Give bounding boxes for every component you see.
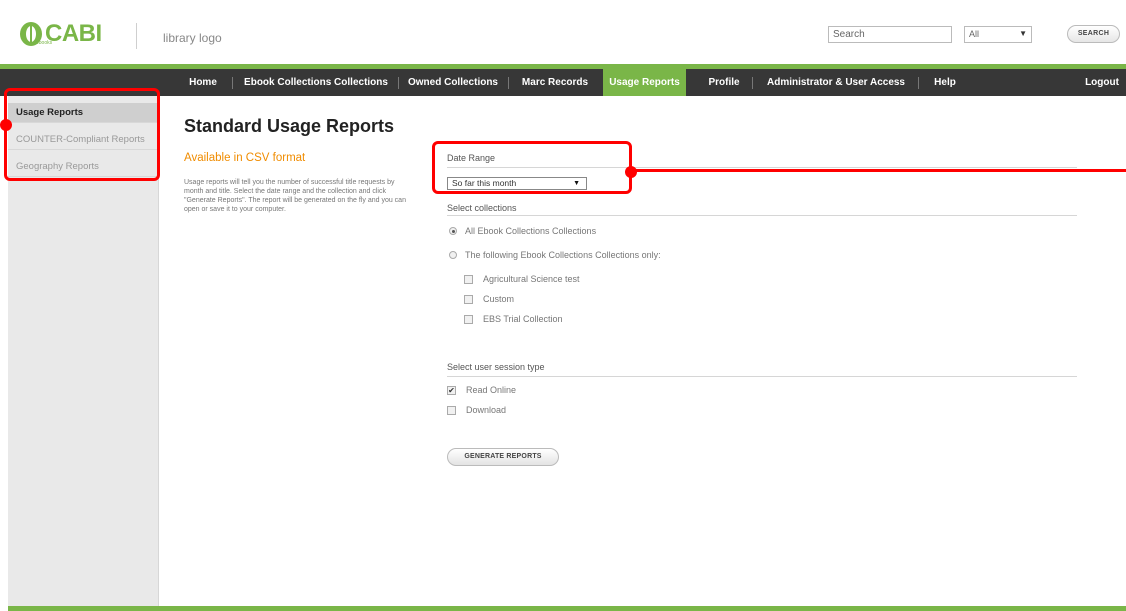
checkbox[interactable] [464,274,473,284]
dropdown-arrow-icon: ▼ [1019,29,1027,38]
footer-border [8,606,1126,611]
checkbox-read-online[interactable]: ✔ Read Online [447,385,516,395]
nav-home[interactable]: Home [180,69,226,96]
checkbox-ebs-trial[interactable]: EBS Trial Collection [464,314,563,324]
checkbox-label: Agricultural Science test [483,274,580,284]
search-scope-value: All [969,29,980,39]
collections-label: Select collections [447,203,517,213]
checkbox-checked[interactable]: ✔ [447,385,456,395]
checkbox-label: Custom [483,294,515,304]
nav-ebook-collections[interactable]: Ebook Collections Collections [240,69,392,96]
annotation-dot [0,119,12,131]
checkbox-custom[interactable]: Custom [464,294,514,304]
page-title: Standard Usage Reports [184,116,395,136]
radio-button[interactable] [449,251,457,259]
annotation-box-date-range [432,141,632,194]
nav-help[interactable]: Help [924,69,966,96]
search-button[interactable]: SEARCH [1067,25,1120,43]
nav-divider [232,77,233,89]
nav-divider [398,77,399,89]
nav-logout[interactable]: Logout [1080,69,1124,96]
library-logo: library logo [163,31,222,45]
nav-divider [508,77,509,89]
csv-format-heading: Available in CSV format [184,152,306,164]
nav-profile[interactable]: Profile [699,69,749,96]
session-type-label: Select user session type [447,362,545,372]
radio-label: All Ebook Collections Collections [465,226,597,236]
cabi-logo[interactable]: CABI [20,20,102,48]
checkbox-label: Download [466,405,507,415]
checkbox-agricultural-science[interactable]: Agricultural Science test [464,274,580,284]
main-nav: Home Ebook Collections Collections Owned… [0,64,1126,96]
radio-button-selected[interactable] [449,227,457,235]
nav-admin-user-access[interactable]: Administrator & User Access [760,69,912,96]
logo-divider [136,23,137,49]
checkbox-label: Read Online [466,385,517,395]
radio-following-collections[interactable]: The following Ebook Collections Collecti… [449,250,661,260]
nav-divider [918,77,919,89]
checkbox[interactable] [464,314,473,324]
section-divider [447,215,1077,216]
nav-owned-collections[interactable]: Owned Collections [404,69,502,96]
generate-reports-button[interactable]: GENERATE REPORTS [447,448,559,466]
nav-usage-reports[interactable]: Usage Reports [603,69,686,96]
checkbox-download[interactable]: Download [447,405,506,415]
annotation-dot [625,166,637,178]
search-scope-select[interactable]: All ▼ [964,26,1032,43]
section-divider [447,376,1077,377]
checkbox[interactable] [464,294,473,304]
nav-divider [752,77,753,89]
annotation-pointer-line [634,169,1126,172]
header: CABI ebooks library logo Search All ▼ SE… [0,0,1126,64]
annotation-box-sidebar [4,88,160,181]
brand-sub: ebooks [36,40,53,46]
radio-all-collections[interactable]: All Ebook Collections Collections [449,226,596,236]
search-input[interactable]: Search [828,26,952,43]
radio-label: The following Ebook Collections Collecti… [465,250,661,260]
checkbox[interactable] [447,405,456,415]
checkbox-label: EBS Trial Collection [483,314,563,324]
nav-marc-records[interactable]: Marc Records [514,69,596,96]
report-description: Usage reports will tell you the number o… [184,179,406,213]
brand-name: CABI [45,20,102,47]
